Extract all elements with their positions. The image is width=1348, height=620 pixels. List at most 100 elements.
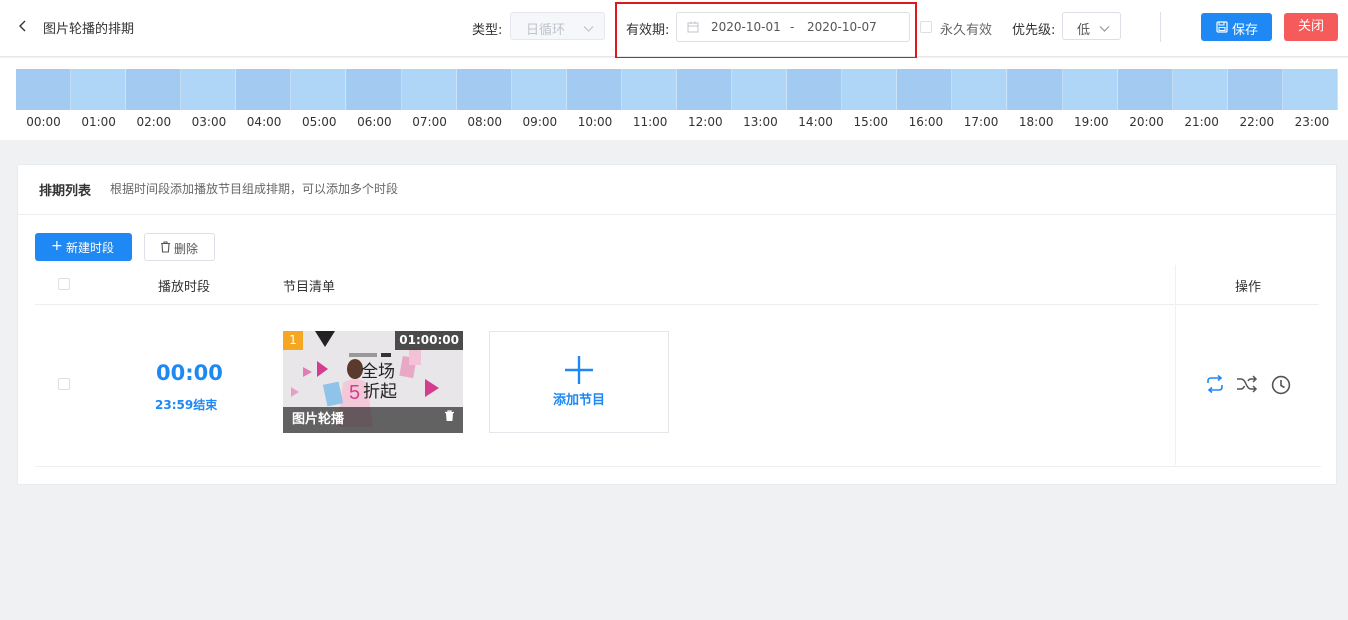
timeline-hour-label: 18:00 — [1018, 115, 1054, 129]
timeline-hour-segment[interactable] — [677, 69, 733, 110]
priority-label: 优先级: — [1012, 23, 1056, 38]
timeline-hour-segment[interactable] — [1007, 69, 1063, 110]
timeline-hour-segment[interactable] — [456, 69, 512, 110]
timeline-hour-segment[interactable] — [16, 69, 72, 110]
actions-column-edge — [1175, 265, 1176, 465]
timeline-hour-segment[interactable] — [346, 69, 402, 110]
timeline-hour-segment[interactable] — [842, 69, 898, 110]
timeline-hour-label: 19:00 — [1074, 115, 1109, 129]
timeline-hour-segment[interactable] — [732, 69, 788, 110]
add-program-label: 添加节目 — [552, 393, 605, 408]
priority-select[interactable]: 低 — [1062, 12, 1121, 40]
timeline-hour-segment[interactable] — [181, 69, 237, 110]
timeline-hour-label: 22:00 — [1239, 115, 1275, 129]
timeline-hour-segment[interactable] — [1062, 69, 1118, 110]
program-name: 图片轮播 — [292, 412, 345, 427]
type-select-value: 日循环 — [526, 23, 566, 38]
row-divider — [35, 466, 1321, 467]
timeline-hour-label: 13:00 — [743, 115, 778, 129]
timeline-hour-label: 04:00 — [246, 115, 282, 129]
shuffle-icon[interactable] — [1236, 375, 1258, 397]
timeline-hour-label: 14:00 — [798, 115, 833, 129]
timeline-hour-label: 07:00 — [412, 115, 447, 129]
chevron-down-icon — [1099, 22, 1110, 37]
timeline-hour-label: 06:00 — [357, 115, 392, 129]
page-title: 图片轮播的排期 — [43, 22, 135, 37]
close-button[interactable]: 关闭 — [1284, 13, 1338, 41]
timeline-hour-segment[interactable] — [511, 69, 567, 110]
timeline-hour-segment[interactable] — [401, 69, 457, 110]
type-label: 类型: — [472, 23, 503, 38]
timeline-hour-segment[interactable] — [1117, 69, 1173, 110]
banner-number-text: 5 — [349, 382, 360, 404]
trash-icon — [161, 241, 170, 253]
new-period-button[interactable]: + 新建时段 — [35, 233, 132, 261]
clock-icon[interactable] — [1271, 375, 1291, 399]
card-header: 排期列表 根据时间段添加播放节目组成排期，可以添加多个时段 — [18, 165, 1338, 215]
timeline-hour-segment[interactable] — [236, 69, 292, 110]
type-select: 日循环 — [510, 12, 605, 40]
column-header-actions: 操作 — [1235, 280, 1262, 295]
timeline-hour-segment[interactable] — [621, 69, 677, 110]
highlight-box — [615, 2, 917, 59]
timeline-hour-label: 00:00 — [26, 115, 61, 129]
timeline-hour-label: 10:00 — [577, 115, 613, 129]
timeline-hour-segment[interactable] — [897, 69, 953, 110]
timeline-hour-label: 08:00 — [467, 115, 502, 129]
column-header-period: 播放时段 — [158, 280, 211, 295]
timeline-hour-segment[interactable] — [952, 69, 1008, 110]
header-divider — [35, 304, 1319, 305]
program-duration: 01:00:00 — [395, 331, 463, 350]
timeline-hour-label: 09:00 — [522, 115, 558, 129]
banner-main-text: 全场 — [361, 362, 395, 381]
timeline-hour-label: 21:00 — [1184, 115, 1219, 129]
new-period-label: 新建时段 — [66, 241, 115, 255]
add-program-button[interactable]: 添加节目 — [489, 331, 669, 433]
forever-checkbox[interactable] — [920, 21, 932, 33]
delete-button[interactable]: 删除 — [144, 233, 215, 261]
timeline-hour-label: 05:00 — [301, 115, 337, 129]
period-start-time[interactable]: 00:00 — [156, 361, 223, 385]
timeline-hour-segment[interactable] — [566, 69, 622, 110]
program-thumbnail[interactable]: 全场 5 折起 1 01:00:00 图片轮播 — [283, 331, 463, 433]
top-bar: 图片轮播的排期 类型: 日循环 有效期: 2020-10-01 - 2020-1… — [0, 0, 1348, 59]
timeline-hour-label: 15:00 — [853, 115, 889, 129]
timeline-bar[interactable] — [16, 69, 1338, 110]
timeline-hour-segment[interactable] — [1172, 69, 1228, 110]
save-button[interactable]: 保存 — [1201, 13, 1272, 41]
save-button-label: 保存 — [1232, 23, 1259, 38]
timeline-hour-segment[interactable] — [787, 69, 843, 110]
timeline-hour-label: 16:00 — [908, 115, 944, 129]
trash-icon[interactable] — [444, 410, 455, 426]
timeline-hour-label: 23:00 — [1294, 115, 1330, 129]
timeline-hour-segment[interactable] — [71, 69, 127, 110]
divider — [1160, 12, 1161, 42]
period-end-time: 23:59结束 — [155, 398, 218, 412]
banner-sub-text: 折起 — [363, 382, 397, 401]
program-index-badge: 1 — [283, 331, 303, 350]
row-checkbox[interactable] — [58, 378, 70, 390]
timeline-hour-segment[interactable] — [1282, 69, 1338, 110]
plus-icon: + — [51, 238, 63, 254]
save-icon — [1216, 21, 1228, 33]
delete-label: 删除 — [174, 242, 199, 256]
timeline-hour-segment[interactable] — [126, 69, 182, 110]
priority-select-value: 低 — [1077, 23, 1091, 38]
chevron-down-icon — [583, 22, 594, 37]
plus-icon — [565, 356, 593, 384]
forever-label: 永久有效 — [940, 23, 993, 38]
timeline-hour-label: 01:00 — [81, 115, 116, 129]
select-all-checkbox[interactable] — [58, 278, 70, 290]
timeline-hour-segment[interactable] — [1227, 69, 1283, 110]
timeline-hour-label: 03:00 — [191, 115, 227, 129]
timeline-hour-label: 20:00 — [1129, 115, 1164, 129]
card-title: 排期列表 — [39, 184, 92, 199]
loop-icon[interactable] — [1205, 374, 1225, 397]
back-arrow-icon[interactable] — [18, 18, 32, 36]
timeline-hour-label: 17:00 — [963, 115, 999, 129]
timeline-hour-segment[interactable] — [291, 69, 347, 110]
schedule-card: 排期列表 根据时间段添加播放节目组成排期，可以添加多个时段 + 新建时段 删除 … — [17, 164, 1338, 485]
timeline-hour-label: 11:00 — [632, 115, 668, 129]
column-header-programs: 节目清单 — [283, 280, 336, 295]
card-description: 根据时间段添加播放节目组成排期，可以添加多个时段 — [110, 182, 399, 196]
